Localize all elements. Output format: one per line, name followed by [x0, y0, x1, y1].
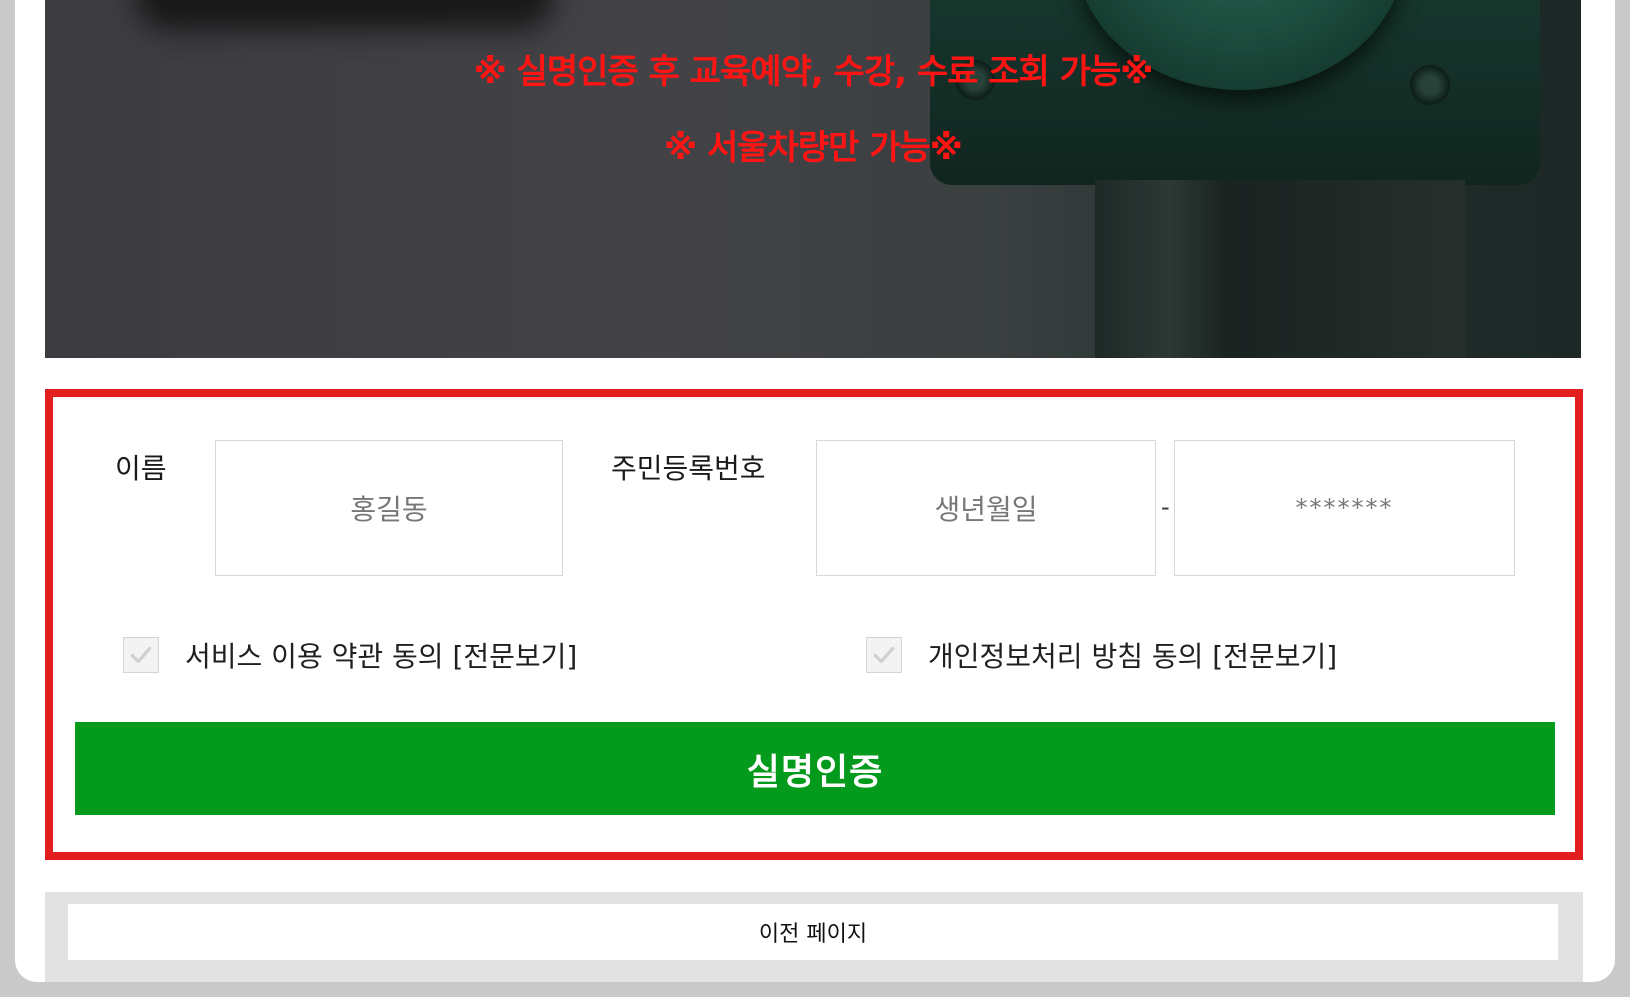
agree-terms-row[interactable]: 서비스 이용 약관 동의 [전문보기] [123, 635, 577, 675]
agree-privacy-checkbox[interactable] [866, 637, 902, 673]
previous-page-button[interactable]: 이전 페이지 [68, 904, 1558, 960]
name-input[interactable]: 홍길동 [215, 440, 563, 576]
hero-background-shape [135, 0, 555, 30]
notice-line-1: ※ 실명인증 후 교육예약, 수강, 수료 조회 가능※ [473, 52, 1154, 92]
agree-privacy-label[interactable]: 개인정보처리 방침 동의 [전문보기] [928, 635, 1337, 675]
rrn-separator: - [1161, 493, 1170, 521]
agree-terms-label[interactable]: 서비스 이용 약관 동의 [전문보기] [185, 635, 577, 675]
rrn-front-placeholder: 생년월일 [934, 493, 1038, 526]
agree-privacy-row[interactable]: 개인정보처리 방침 동의 [전문보기] [866, 635, 1337, 675]
checkmark-icon [130, 646, 152, 664]
page-card: ※ 실명인증 후 교육예약, 수강, 수료 조회 가능※ ※ 서울차량만 가능※… [15, 0, 1615, 982]
signal-pole-shadow [1225, 180, 1465, 358]
footer-bar: 이전 페이지 [45, 892, 1583, 982]
hero-banner: ※ 실명인증 후 교육예약, 수강, 수료 조회 가능※ ※ 서울차량만 가능※ [45, 0, 1581, 358]
rrn-back-input[interactable]: ******* [1174, 440, 1515, 576]
checkmark-icon [873, 646, 895, 664]
verify-button[interactable]: 실명인증 [75, 722, 1555, 815]
rrn-label: 주민등록번호 [611, 452, 766, 485]
rrn-front-input[interactable]: 생년월일 [816, 440, 1156, 576]
verification-form: 이름 홍길동 주민등록번호 생년월일 - ******* 서비스 이용 약관 동… [45, 389, 1583, 860]
notice-line-2: ※ 서울차량만 가능※ [664, 128, 963, 168]
signal-pole [1095, 180, 1245, 358]
agree-terms-checkbox[interactable] [123, 637, 159, 673]
name-label: 이름 [115, 452, 167, 485]
rrn-back-placeholder: ******* [1295, 494, 1394, 522]
name-input-placeholder: 홍길동 [350, 493, 428, 526]
